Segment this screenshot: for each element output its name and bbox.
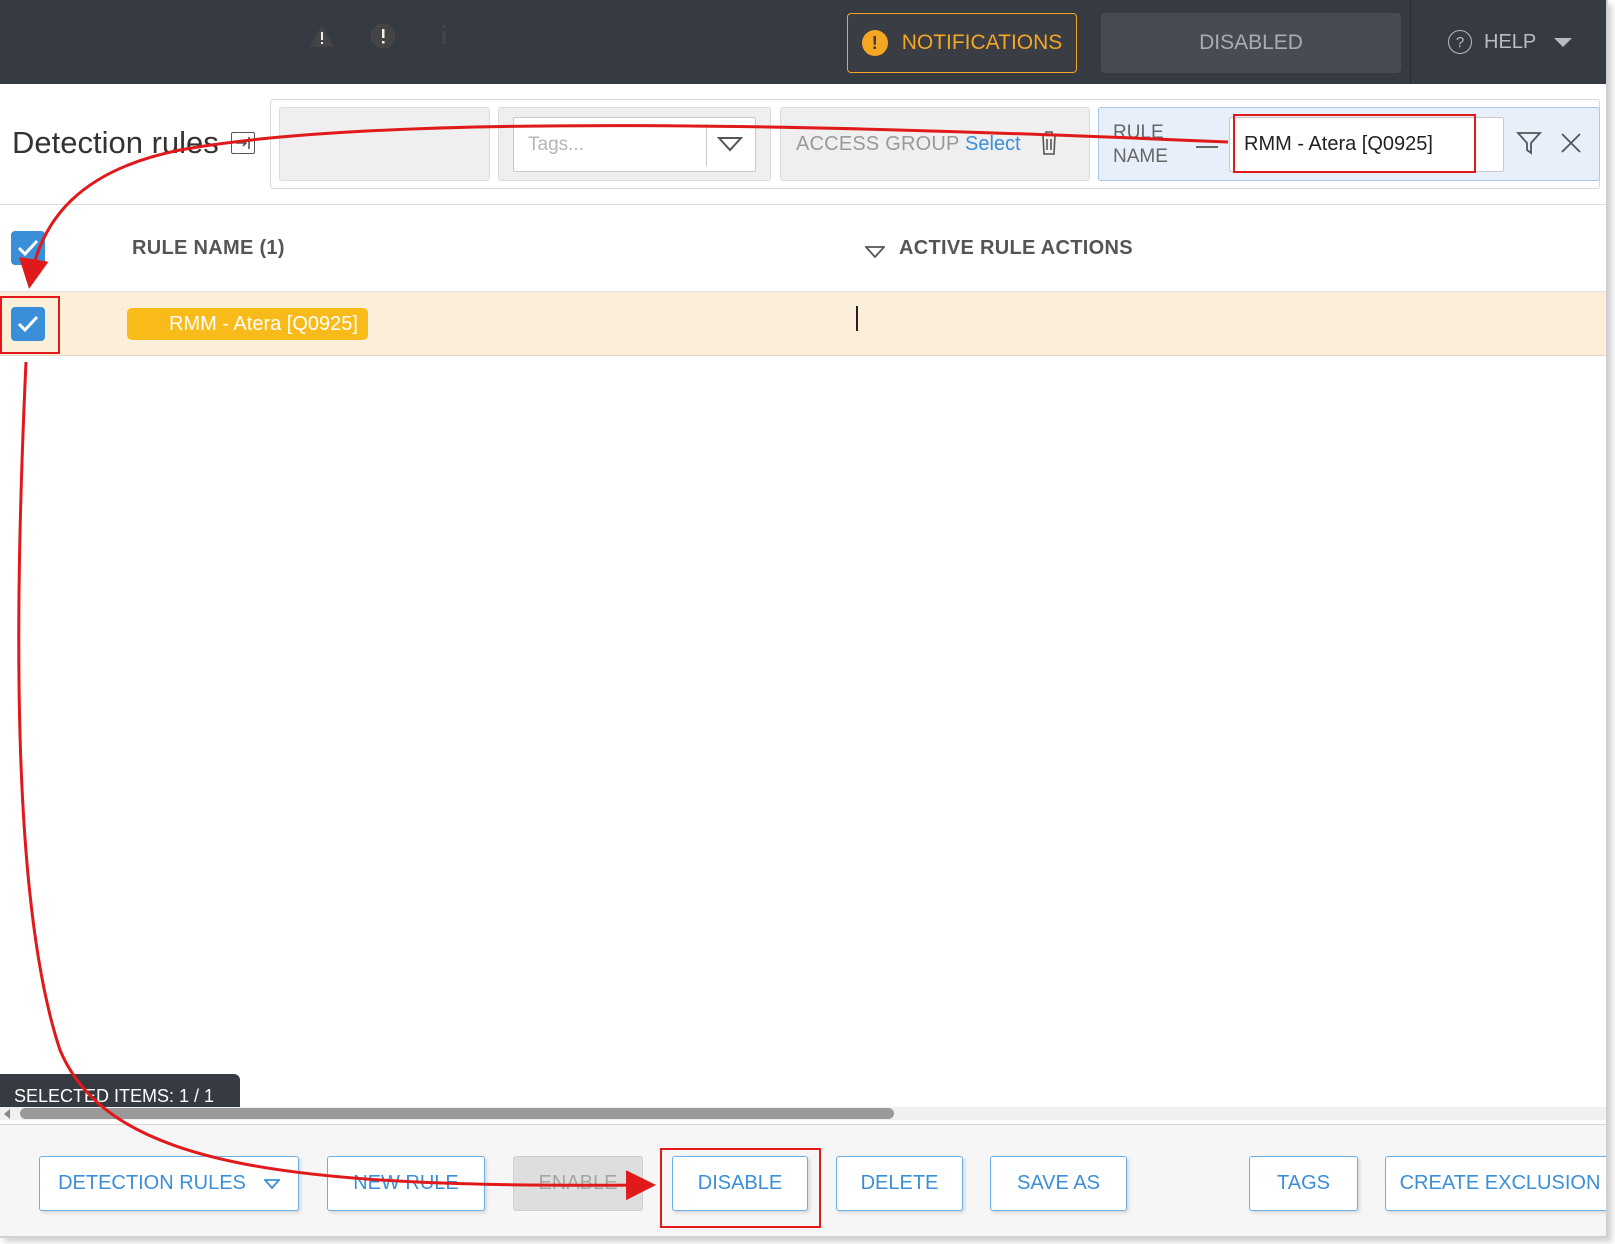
topbar-divider: [1410, 0, 1411, 84]
error-octagon-icon[interactable]: [369, 22, 397, 50]
warning-triangle-icon[interactable]: [308, 22, 336, 50]
create-exclusion-button[interactable]: CREATE EXCLUSION: [1385, 1156, 1606, 1211]
page-title: Detection rules: [12, 125, 255, 161]
sort-desc-icon[interactable]: [863, 245, 887, 259]
tags-button[interactable]: TAGS: [1249, 1156, 1358, 1211]
rule-name-cell[interactable]: RMM - Atera [Q0925]: [127, 308, 368, 340]
tags-dropdown-icon[interactable]: [716, 136, 744, 152]
column-header-rule-name[interactable]: RULE NAME (1): [132, 237, 285, 260]
tags-label: TAGS: [1277, 1172, 1330, 1194]
enable-label: ENABLE: [538, 1172, 618, 1194]
tags-divider: [706, 124, 707, 166]
access-group-select-link[interactable]: Select: [965, 133, 1021, 156]
severity-filter-group: [279, 107, 490, 181]
new-rule-button[interactable]: NEW RULE: [327, 1156, 485, 1211]
info-glyph: i: [440, 20, 448, 51]
trash-icon[interactable]: [1040, 131, 1058, 155]
chevron-down-icon: [1554, 37, 1573, 47]
selected-items-text: SELECTED ITEMS: 1 / 1: [14, 1086, 215, 1106]
app-window: ! NOTIFICATIONS DISABLED ? HELP Detectio…: [0, 0, 1608, 1238]
detection-rules-label: DETECTION RULES: [58, 1172, 246, 1194]
select-all-checkbox[interactable]: [11, 231, 45, 265]
rule-name-text: RMM - Atera [Q0925]: [169, 312, 358, 335]
highlight-disable-button: [660, 1148, 821, 1228]
create-exclusion-label: CREATE EXCLUSION: [1399, 1172, 1601, 1194]
collapse-panel-icon[interactable]: [230, 132, 255, 154]
access-group-label: ACCESS GROUP: [796, 133, 960, 155]
enable-button[interactable]: ENABLE: [513, 1156, 643, 1211]
help-menu-button[interactable]: ? HELP: [1448, 26, 1573, 58]
help-circle-icon: ?: [1448, 30, 1472, 54]
page-title-text: Detection rules: [12, 125, 219, 160]
save-as-button[interactable]: SAVE AS: [990, 1156, 1127, 1211]
delete-label: DELETE: [860, 1172, 939, 1194]
notifications-label: NOTIFICATIONS: [901, 31, 1063, 54]
rule-name-filter-label: RULE NAME: [1113, 122, 1168, 167]
close-icon[interactable]: [1560, 132, 1582, 154]
help-label: HELP: [1484, 30, 1537, 53]
delete-button[interactable]: DELETE: [836, 1156, 963, 1211]
highlight-row-checkbox: [0, 296, 60, 354]
info-icon[interactable]: i: [430, 20, 458, 51]
column-header-active-rule-actions[interactable]: ACTIVE RULE ACTIONS: [899, 237, 1133, 260]
minus-icon: [1196, 146, 1218, 148]
funnel-icon[interactable]: [1515, 130, 1543, 156]
text-cursor: [856, 306, 858, 331]
scrollbar-thumb[interactable]: [20, 1108, 894, 1119]
alert-icon: !: [861, 30, 888, 56]
detection-rules-menu-button[interactable]: DETECTION RULES: [39, 1156, 299, 1211]
chevron-down-icon: [263, 1178, 280, 1189]
checkmark-icon: [17, 239, 39, 257]
highlight-rule-name-input: [1233, 114, 1476, 173]
scroll-left-icon[interactable]: [4, 1109, 10, 1119]
new-rule-label: NEW RULE: [353, 1172, 459, 1194]
disabled-label: DISABLED: [1199, 31, 1303, 54]
save-as-label: SAVE AS: [1016, 1172, 1100, 1194]
notifications-button[interactable]: ! NOTIFICATIONS: [847, 13, 1077, 73]
disabled-button[interactable]: DISABLED: [1101, 13, 1401, 73]
